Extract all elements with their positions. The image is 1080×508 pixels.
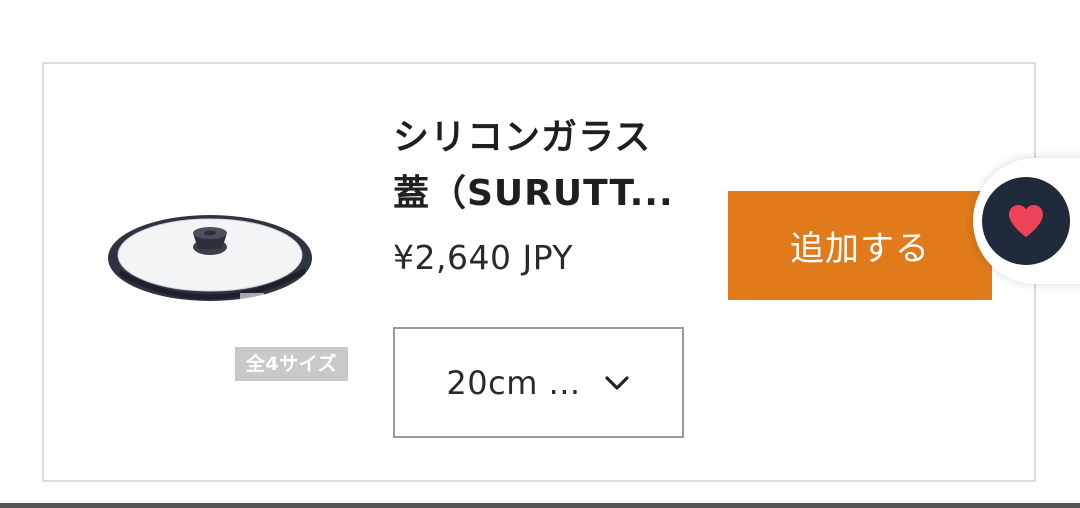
- variant-selected-value: 20cm ...: [446, 363, 581, 402]
- add-to-cart-button[interactable]: 追加する: [728, 191, 992, 300]
- product-title-line1: シリコンガラス: [393, 117, 652, 158]
- product-image[interactable]: [100, 200, 320, 320]
- chevron-down-icon: [604, 375, 629, 390]
- variant-select[interactable]: 20cm ...: [393, 327, 684, 438]
- divider: [0, 503, 1080, 508]
- product-title-line2: 蓋（SURUTT...: [393, 173, 674, 214]
- size-count-badge: 全4サイズ: [235, 347, 348, 381]
- pot-lid-icon: [108, 215, 312, 301]
- heart-icon: [1009, 205, 1043, 237]
- product-price: ¥2,640 JPY: [393, 238, 574, 277]
- product-title[interactable]: シリコンガラス 蓋（SURUTT...: [393, 110, 693, 222]
- favorite-button[interactable]: [982, 177, 1070, 265]
